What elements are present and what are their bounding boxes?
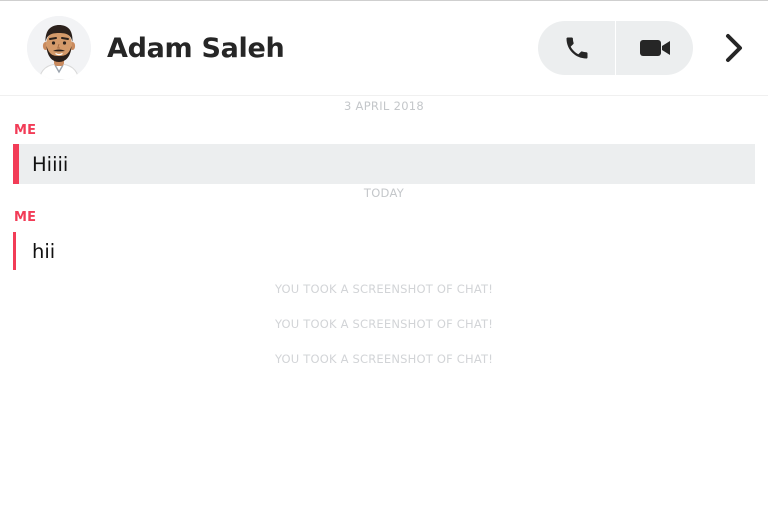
chat-header: Adam Saleh	[0, 1, 768, 96]
next-button[interactable]	[716, 29, 752, 67]
video-camera-icon	[639, 40, 670, 56]
chat-screen: Adam Saleh 3 APRIL 2018 ME Hiiii TODAY M…	[0, 0, 768, 523]
message-text: hii	[32, 240, 56, 263]
phone-icon	[566, 37, 587, 59]
bitmoji-avatar-icon	[27, 16, 91, 80]
chat-message[interactable]: hii	[13, 232, 755, 270]
chevron-right-icon	[726, 34, 742, 62]
message-accent-bar	[13, 144, 19, 184]
message-sender-label: ME	[14, 123, 37, 138]
message-text: Hiiii	[32, 153, 69, 176]
screenshot-notice: YOU TOOK A SCREENSHOT OF CHAT!	[274, 352, 494, 366]
video-call-button[interactable]	[616, 21, 693, 75]
message-sender-label: ME	[14, 210, 37, 225]
contact-name[interactable]: Adam Saleh	[107, 31, 285, 67]
voice-call-button[interactable]	[538, 21, 615, 75]
call-button-group	[538, 21, 693, 75]
date-separator: TODAY	[363, 186, 405, 200]
avatar[interactable]	[27, 16, 91, 80]
message-accent-bar	[13, 232, 16, 270]
screenshot-notice: YOU TOOK A SCREENSHOT OF CHAT!	[274, 317, 494, 331]
screenshot-notice: YOU TOOK A SCREENSHOT OF CHAT!	[274, 282, 494, 296]
date-separator: 3 APRIL 2018	[343, 99, 425, 113]
chat-message[interactable]: Hiiii	[13, 144, 755, 184]
